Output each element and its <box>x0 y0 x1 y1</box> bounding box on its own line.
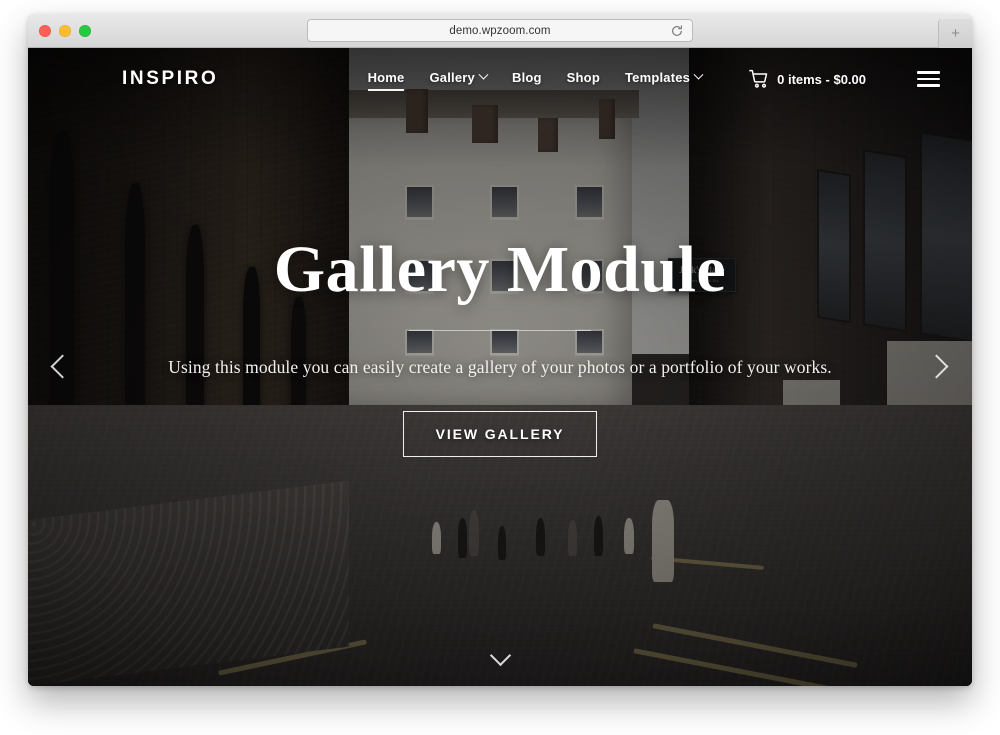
hero-section: Gallery Module Using this module you can… <box>28 48 972 686</box>
page-viewport: Jack's Place Refreshments Etc INSPIRO Ho… <box>28 48 972 686</box>
chevron-down-icon[interactable] <box>486 644 514 667</box>
shopping-cart-icon <box>749 69 769 89</box>
address-bar[interactable]: demo.wpzoom.com <box>307 19 693 42</box>
nav-item-label: Blog <box>511 69 542 85</box>
close-window-button[interactable] <box>39 25 51 37</box>
main-navigation: Home Gallery Blog Shop Templates 0 items… <box>367 69 940 91</box>
nav-item-label: Home <box>367 69 405 85</box>
chevron-down-icon <box>478 69 489 80</box>
cart-widget[interactable]: 0 items - $0.00 <box>749 69 866 89</box>
nav-item-gallery[interactable]: Gallery <box>429 69 489 89</box>
nav-item-blog[interactable]: Blog <box>512 70 542 89</box>
minimize-window-button[interactable] <box>59 25 71 37</box>
zoom-window-button[interactable] <box>79 25 91 37</box>
cart-label: 0 items - $0.00 <box>777 71 866 87</box>
new-tab-button[interactable]: + <box>938 19 972 48</box>
nav-item-label: Shop <box>566 69 600 85</box>
reload-icon[interactable] <box>670 24 684 38</box>
hero-subtitle: Using this module you can easily create … <box>168 357 832 378</box>
browser-window: demo.wpzoom.com + Jack's Place Refreshme… <box>28 14 972 686</box>
chevron-left-icon[interactable] <box>46 350 80 384</box>
chevron-down-icon <box>693 69 704 80</box>
chevron-right-icon[interactable] <box>920 350 954 384</box>
page-title: Gallery Module <box>273 232 727 306</box>
hamburger-menu-icon[interactable] <box>917 71 940 87</box>
nav-item-label: Templates <box>624 69 691 85</box>
view-gallery-button[interactable]: VIEW GALLERY <box>402 411 598 458</box>
nav-item-shop[interactable]: Shop <box>567 70 600 89</box>
browser-chrome: demo.wpzoom.com + <box>28 14 972 48</box>
nav-item-label: Gallery <box>429 69 475 85</box>
site-header: INSPIRO Home Gallery Blog Shop Templates <box>28 48 972 110</box>
hero-divider <box>409 330 591 332</box>
site-logo[interactable]: INSPIRO <box>122 68 218 90</box>
nav-item-templates[interactable]: Templates <box>624 69 704 89</box>
window-controls <box>39 25 91 37</box>
nav-item-home[interactable]: Home <box>367 69 405 91</box>
url-text: demo.wpzoom.com <box>449 24 551 37</box>
